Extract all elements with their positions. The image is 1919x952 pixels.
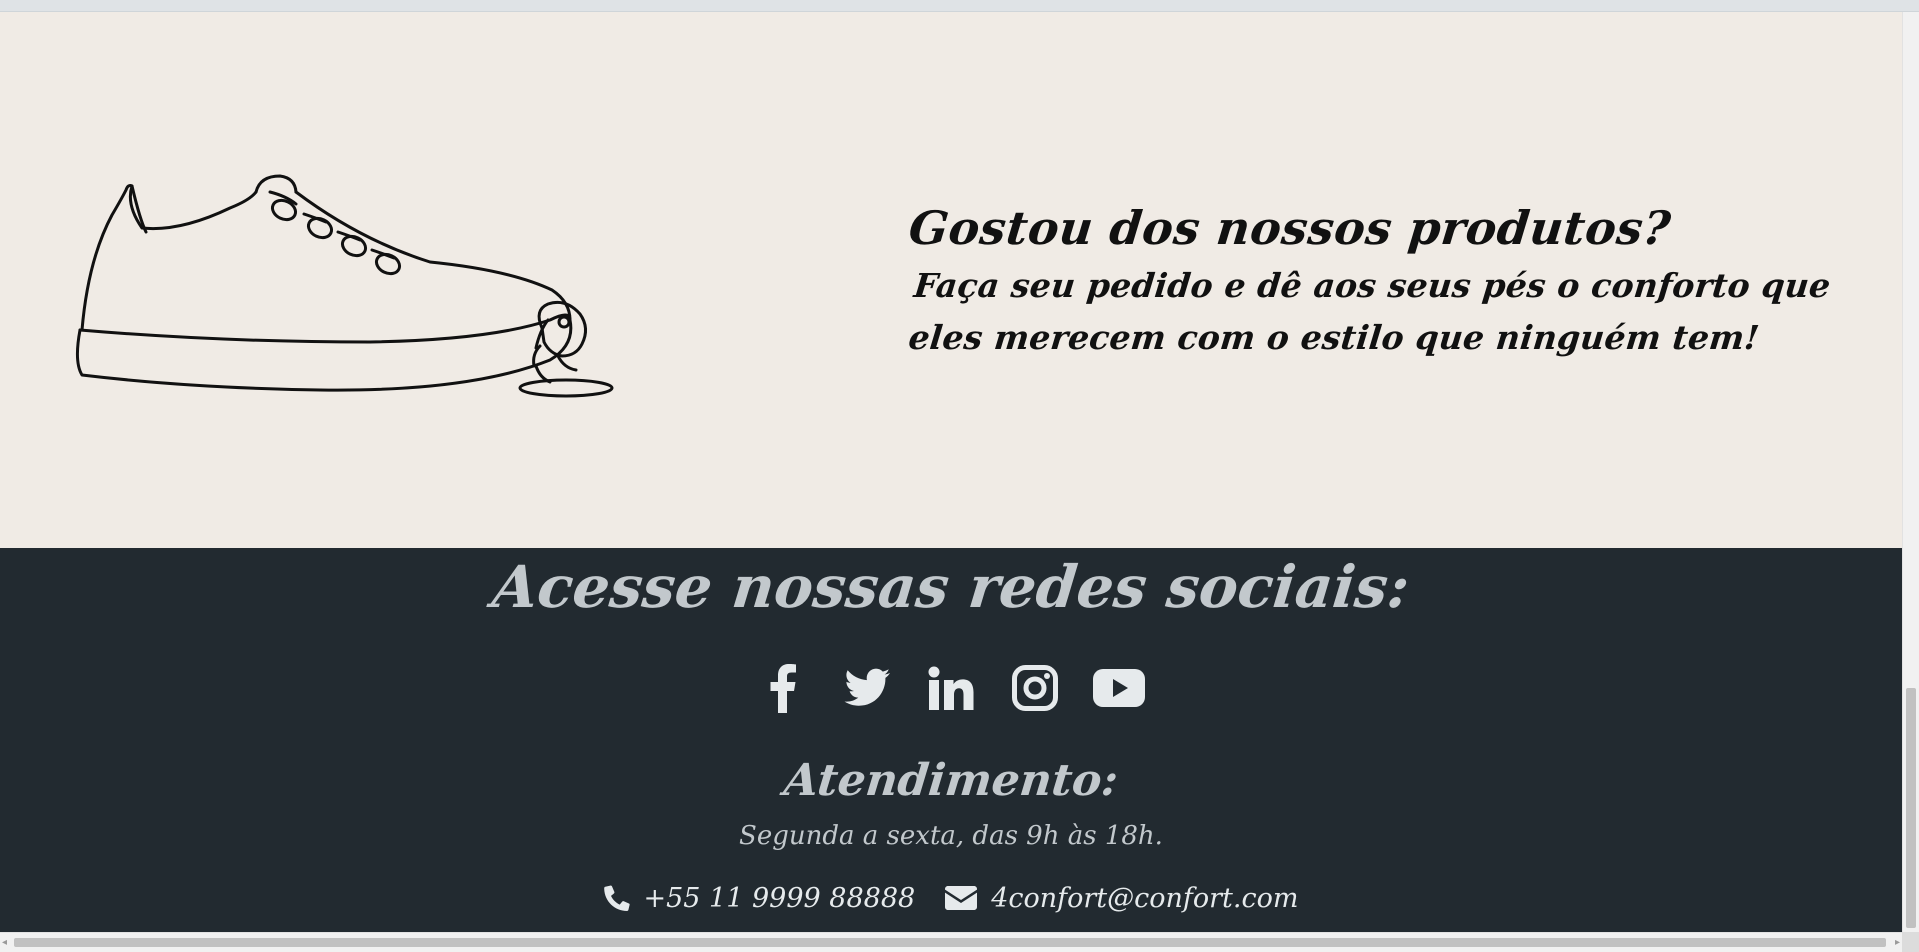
phone-icon bbox=[603, 885, 630, 911]
phone-number: +55 11 9999 88888 bbox=[643, 882, 916, 914]
phone-contact[interactable]: +55 11 9999 88888 bbox=[603, 882, 916, 914]
youtube-icon bbox=[1093, 669, 1145, 707]
instagram-icon bbox=[1012, 665, 1058, 711]
facebook-icon bbox=[770, 664, 796, 713]
social-links bbox=[0, 660, 1902, 716]
site-footer: Acesse nossas redes sociais: Atendimento… bbox=[0, 548, 1902, 932]
scroll-left-arrow-icon[interactable]: ◂ bbox=[2, 937, 12, 949]
sneaker-illustration bbox=[70, 170, 630, 410]
envelope-icon bbox=[945, 886, 978, 910]
vertical-scroll-thumb[interactable] bbox=[1906, 688, 1916, 928]
scroll-right-arrow-icon[interactable]: ▸ bbox=[1890, 937, 1900, 949]
linkedin-link[interactable] bbox=[924, 661, 978, 715]
horizontal-scroll-thumb[interactable] bbox=[14, 938, 1886, 947]
facebook-link[interactable] bbox=[756, 661, 810, 715]
service-heading: Atendimento: bbox=[781, 755, 1121, 806]
linkedin-icon bbox=[928, 666, 974, 710]
twitter-icon bbox=[844, 668, 890, 706]
email-address: 4confort@confort.com bbox=[991, 882, 1299, 914]
promo-description: Faça seu pedido e dê aos seus pés o conf… bbox=[906, 266, 1833, 357]
vertical-scrollbar[interactable] bbox=[1902, 12, 1919, 932]
promo-text-block: Gostou dos nossos produtos? Faça seu ped… bbox=[906, 198, 1896, 364]
promo-section: Gostou dos nossos produtos? Faça seu ped… bbox=[0, 12, 1902, 548]
instagram-link[interactable] bbox=[1008, 661, 1062, 715]
scrollbar-corner bbox=[1902, 932, 1919, 952]
service-hours: Segunda a sexta, das 9h às 18h. bbox=[739, 821, 1163, 851]
promo-title: Gostou dos nossos produtos? bbox=[906, 201, 1674, 255]
email-contact[interactable]: 4confort@confort.com bbox=[945, 883, 1298, 914]
social-heading: Acesse nossas redes sociais: bbox=[489, 553, 1413, 621]
youtube-link[interactable] bbox=[1092, 661, 1146, 715]
contact-row: +55 11 9999 88888 4confort@confort.com bbox=[0, 878, 1902, 918]
top-strip bbox=[0, 0, 1919, 12]
horizontal-scrollbar[interactable]: ◂ ▸ bbox=[0, 932, 1902, 952]
twitter-link[interactable] bbox=[840, 661, 894, 715]
